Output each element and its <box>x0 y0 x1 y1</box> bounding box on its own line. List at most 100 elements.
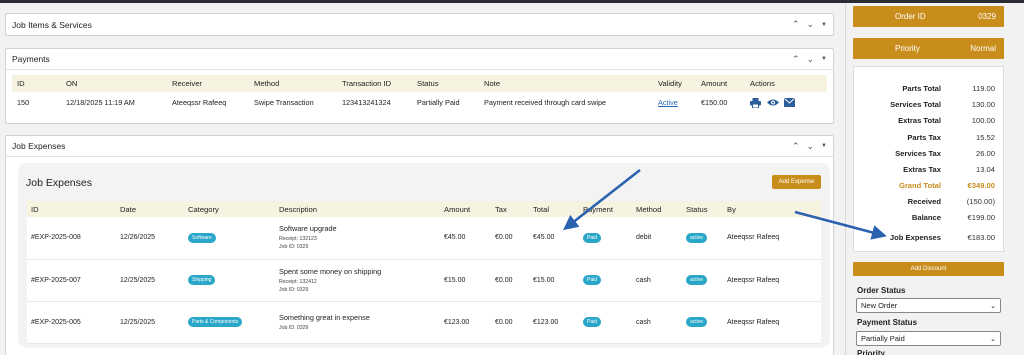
priority-label: Priority <box>895 44 920 53</box>
expense-method: cash <box>632 301 682 344</box>
col-amount: Amount <box>440 201 491 217</box>
caret-down-icon[interactable]: ▼ <box>821 56 827 62</box>
col-method: Method <box>249 75 337 92</box>
job-expenses-panel: Job Expenses ⌃ ⌄ ▼ Job Expenses Add Expe… <box>5 135 834 355</box>
total-row-extras-tax: Extras Tax 13.04 <box>903 165 995 174</box>
order-status-value: New Order <box>861 301 898 310</box>
total-row-services-total: Services Total 130.00 <box>890 100 995 109</box>
payment-on: 12/18/2025 11:19 AM <box>66 97 135 107</box>
eye-icon[interactable] <box>767 98 779 107</box>
col-category: Category <box>184 201 275 217</box>
col-total: Total <box>529 201 579 217</box>
expense-date: 12/26/2025 <box>116 217 184 260</box>
total-row-grand-total: Grand Total €349.00 <box>898 181 995 190</box>
payment-status-select[interactable]: Partially Paid ⌄ <box>856 331 1001 346</box>
job-items-header: Job Items & Services ⌃ ⌄ ▼ <box>6 14 833 35</box>
chevron-down-icon[interactable]: ⌄ <box>807 54 815 65</box>
caret-down-icon[interactable]: ▼ <box>821 22 827 28</box>
status-badge: active <box>686 232 708 243</box>
expense-id: #EXP-2025-008 <box>27 217 116 260</box>
expense-amount: €15.00 <box>440 259 491 302</box>
col-date: Date <box>116 201 184 217</box>
expense-receipt: Receipt: 132123 <box>279 236 317 243</box>
payment-status-value: Partially Paid <box>861 334 905 343</box>
order-id-value: 0329 <box>978 12 996 21</box>
expense-total: €123.00 <box>529 301 579 344</box>
col-receiver: Receiver <box>167 75 249 92</box>
expense-job-id: Job ID: 0329 <box>279 244 309 251</box>
expense-by: Ateeqssr Rafeeq <box>723 259 821 302</box>
chevron-up-icon[interactable]: ⌃ <box>792 19 800 30</box>
expense-method: debit <box>632 217 682 260</box>
col-payment: Payment <box>579 201 632 217</box>
add-discount-button[interactable]: Add Discount <box>853 262 1004 276</box>
col-actions: Actions <box>745 75 827 92</box>
payments-panel: Payments ⌃ ⌄ ▼ ID ON Receiver Method Tra… <box>5 48 834 124</box>
column-divider <box>845 3 846 355</box>
col-amount: Amount <box>696 75 745 92</box>
expense-description: Spent some money on shipping <box>279 266 382 276</box>
order-id-label: Order ID <box>895 12 926 21</box>
payment-id: 150 <box>17 97 30 107</box>
job-expenses-title: Job Expenses <box>12 141 66 151</box>
expense-description: Something great in expense <box>279 312 370 322</box>
table-row: #EXP-2025-008 12/26/2025 Software Softwa… <box>27 217 821 260</box>
col-tax: Tax <box>491 201 529 217</box>
chevron-up-icon[interactable]: ⌃ <box>792 141 800 152</box>
col-method: Method <box>632 201 682 217</box>
payments-table: ID ON Receiver Method Transaction ID Sta… <box>12 75 827 112</box>
chevron-down-icon[interactable]: ⌄ <box>807 141 815 152</box>
job-items-title: Job Items & Services <box>12 19 92 30</box>
expenses-card: Job Expenses Add Expense ID Date Categor… <box>18 163 830 348</box>
status-badge: active <box>686 275 708 285</box>
print-icon[interactable] <box>750 97 761 108</box>
table-row: 150 12/18/2025 11:19 AM Ateeqssr Rafeeq … <box>12 92 827 112</box>
payment-status: Partially Paid <box>417 97 460 107</box>
priority-value: Normal <box>970 44 996 53</box>
payment-receiver: Ateeqssr Rafeeq <box>172 97 227 107</box>
envelope-icon[interactable] <box>784 97 795 107</box>
order-id-box: Order ID 0329 <box>853 6 1004 27</box>
job-expenses-header: Job Expenses ⌃ ⌄ ▼ <box>6 136 833 157</box>
priority-field-label: Priority <box>857 349 886 355</box>
caret-down-icon[interactable]: ▼ <box>821 143 827 149</box>
total-row-extras-total: Extras Total 100.00 <box>898 116 995 125</box>
payment-note: Payment received through card swipe <box>484 97 607 107</box>
payment-badge: Paid <box>583 275 602 285</box>
expense-total: €45.00 <box>529 217 579 260</box>
total-row-balance: Balance €199.00 <box>911 213 995 222</box>
chevron-down-icon[interactable]: ⌄ <box>807 19 815 30</box>
expenses-table: ID Date Category Description Amount Tax … <box>27 201 821 344</box>
order-status-label: Order Status <box>857 286 906 295</box>
order-status-select[interactable]: New Order ⌄ <box>856 298 1001 313</box>
col-transaction-id: Transaction ID <box>337 75 412 92</box>
total-row-services-tax: Services Tax 26.00 <box>895 149 995 158</box>
totals-card: Parts Total 119.00 Services Total 130.00 E… <box>853 66 1004 252</box>
payment-amount: €150.00 <box>701 97 728 107</box>
expense-tax: €0.00 <box>491 301 529 344</box>
expense-by: Ateeqssr Rafeeq <box>723 217 821 260</box>
col-status: Status <box>682 201 723 217</box>
payment-badge: Paid <box>583 232 602 243</box>
category-badge: Parts & Components <box>188 317 243 327</box>
category-badge: Software <box>188 232 216 243</box>
total-row-received: Received (150.00) <box>907 197 995 206</box>
total-row-job-expenses: Job Expenses €183.00 <box>889 233 995 242</box>
expense-receipt: Receipt: 132412 <box>279 278 317 285</box>
expense-tax: €0.00 <box>491 217 529 260</box>
category-badge: Shipping <box>188 275 216 285</box>
validity-link[interactable]: Active <box>658 98 678 107</box>
chevron-up-icon[interactable]: ⌃ <box>792 54 800 65</box>
expense-by: Ateeqssr Rafeeq <box>723 301 821 344</box>
col-id: ID <box>12 75 61 92</box>
payment-method: Swipe Transaction <box>254 97 314 107</box>
col-description: Description <box>275 201 440 217</box>
expense-total: €15.00 <box>529 259 579 302</box>
add-expense-button[interactable]: Add Expense <box>772 175 821 189</box>
col-status: Status <box>412 75 479 92</box>
col-on: ON <box>61 75 167 92</box>
expense-method: cash <box>632 259 682 302</box>
expense-date: 12/25/2025 <box>116 301 184 344</box>
expense-amount: €123.00 <box>440 301 491 344</box>
payments-title: Payments <box>12 54 50 64</box>
